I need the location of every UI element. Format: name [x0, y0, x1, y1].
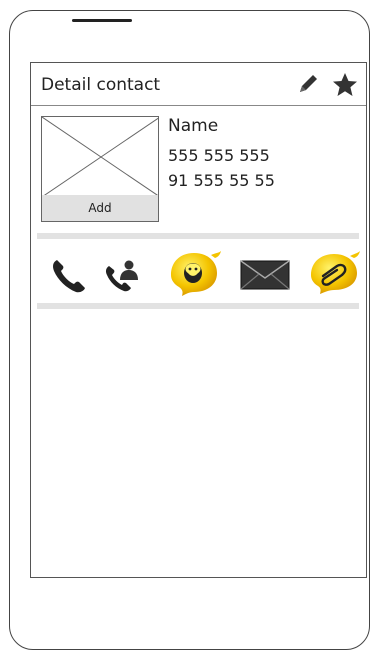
- chat-button[interactable]: [163, 249, 223, 301]
- action-bar: [31, 249, 366, 296]
- top-notch: [72, 19, 132, 22]
- call-button[interactable]: [49, 257, 89, 299]
- contact-phone-2[interactable]: 91 555 55 55: [168, 168, 275, 193]
- contact-info: Name 555 555 555 91 555 55 55: [168, 115, 275, 193]
- contact-call-button[interactable]: [103, 257, 143, 299]
- divider-bottom: [37, 303, 359, 309]
- attach-button[interactable]: [306, 249, 362, 299]
- chat-icon: [171, 251, 221, 296]
- divider-top: [37, 233, 359, 239]
- contact-screen: Detail contact Add Name 555 555 555 91 5…: [30, 62, 367, 578]
- favorite-button[interactable]: [331, 71, 359, 99]
- contact-name: Name: [168, 116, 219, 136]
- add-photo-button[interactable]: Add: [42, 195, 158, 221]
- contact-call-icon: [105, 260, 138, 292]
- contact-phone-1[interactable]: 555 555 555: [168, 143, 275, 168]
- contact-photo: Add: [41, 116, 159, 222]
- mail-button[interactable]: [240, 257, 290, 295]
- pencil-icon: [300, 75, 317, 92]
- attachment-icon: [311, 251, 360, 294]
- header-bar: Detail contact: [31, 63, 366, 106]
- mail-icon: [240, 260, 290, 290]
- phone-icon: [53, 260, 85, 293]
- edit-button[interactable]: [295, 71, 321, 97]
- page-title: Detail contact: [41, 75, 161, 95]
- star-icon: [333, 73, 357, 96]
